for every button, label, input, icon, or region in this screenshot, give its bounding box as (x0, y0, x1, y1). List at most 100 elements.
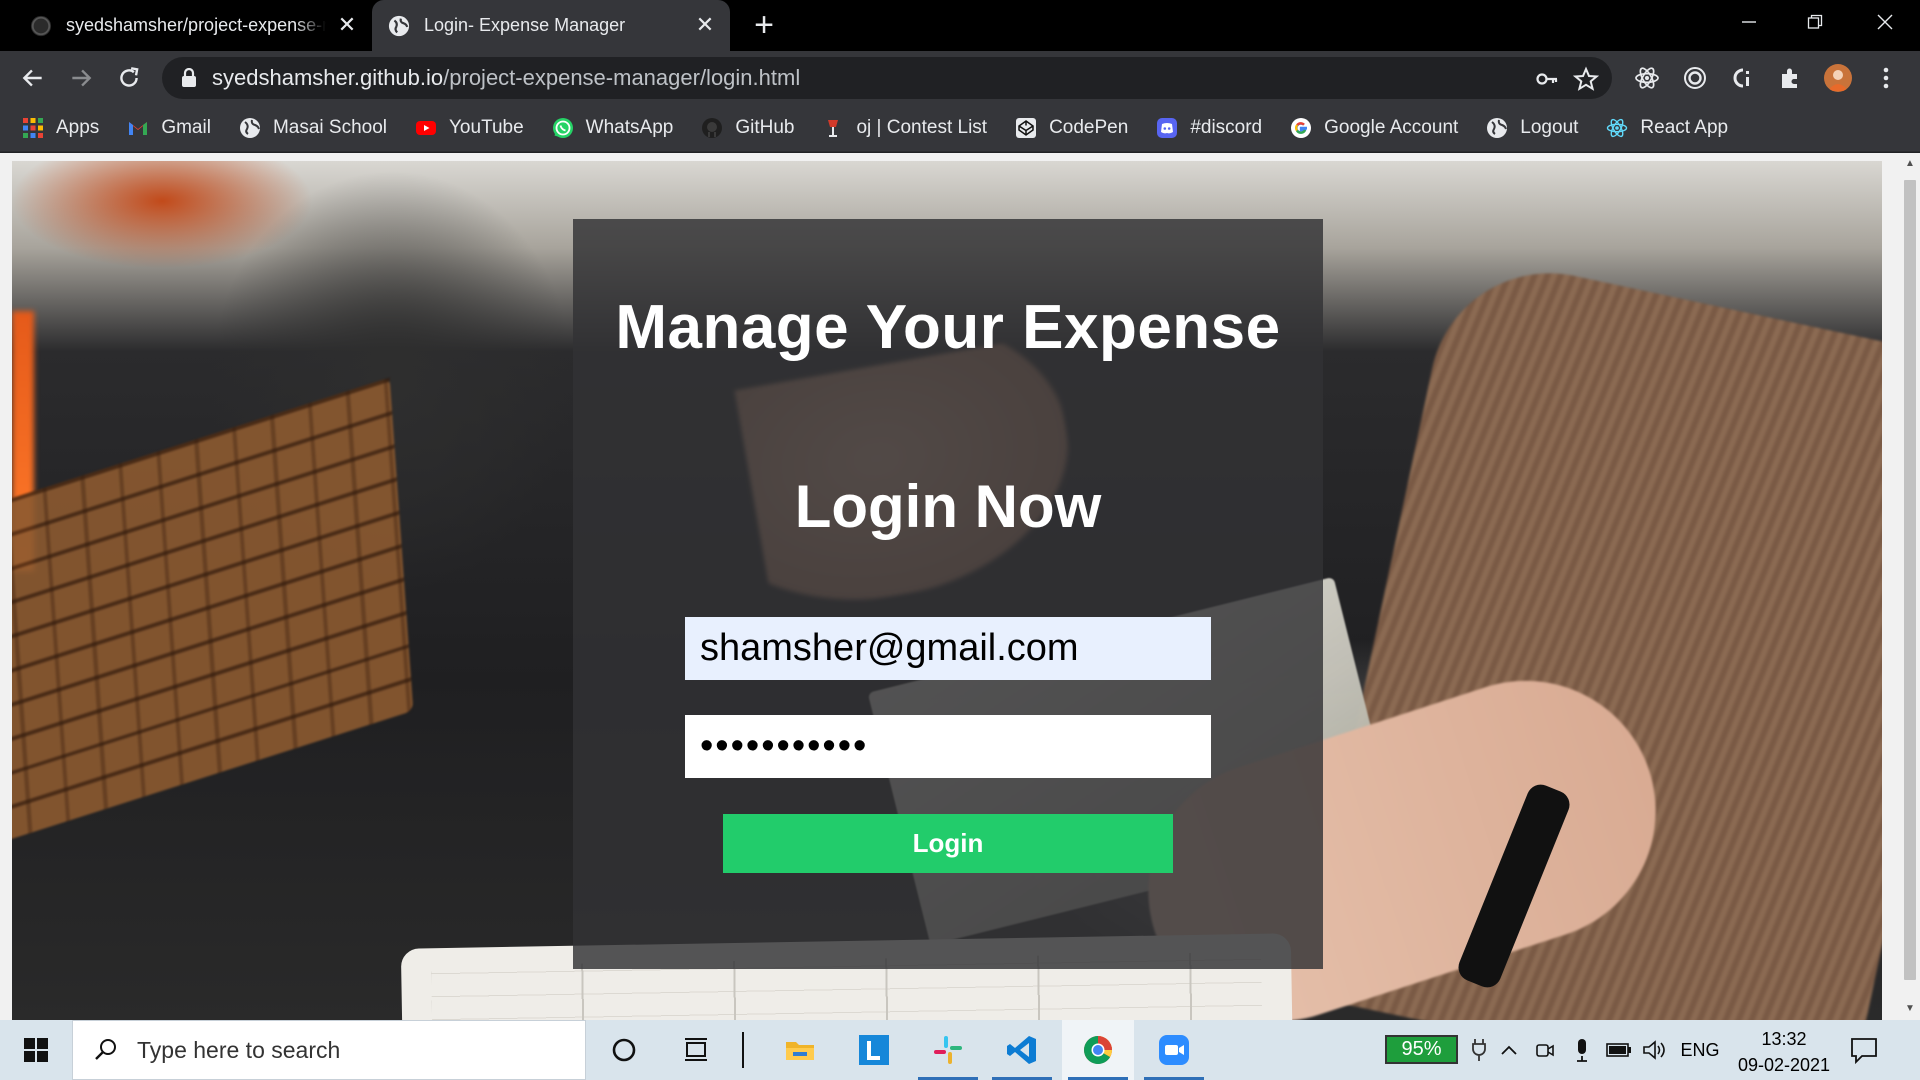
close-window-button[interactable] (1856, 0, 1914, 44)
react-icon (1606, 117, 1628, 139)
taskbar-l-app[interactable] (838, 1020, 910, 1080)
ci-extension[interactable] (1728, 64, 1756, 92)
bookmark-label: oj | Contest List (856, 116, 988, 138)
gmail-icon (127, 117, 149, 139)
taskbar-vscode[interactable] (986, 1020, 1058, 1080)
forward-button[interactable] (65, 62, 97, 94)
lock-icon (182, 68, 196, 87)
vscode-icon (1007, 1036, 1036, 1064)
minimize-icon (1742, 21, 1756, 23)
bookmark-github[interactable]: GitHub (701, 117, 794, 139)
page-scrollbar[interactable]: ▲ ▼ (1900, 153, 1920, 1020)
start-button[interactable] (0, 1020, 72, 1080)
clock-time: 13:32 (1761, 1029, 1807, 1049)
tab-github[interactable]: syedshamsher/project-expense-manager ✕ (0, 0, 372, 51)
minimize-button[interactable] (1720, 0, 1778, 44)
close-tab-icon[interactable]: ✕ (694, 14, 716, 36)
google-icon (1290, 117, 1312, 139)
target-icon (1684, 67, 1706, 89)
bookmark-label: Masai School (272, 116, 387, 138)
slack-icon (934, 1036, 962, 1064)
bookmark-codepen[interactable]: CodePen (1015, 117, 1128, 139)
back-button[interactable] (17, 62, 49, 94)
new-tab-button[interactable]: + (748, 8, 780, 42)
react-devtools-extension[interactable] (1633, 64, 1661, 92)
youtube-icon (415, 117, 437, 139)
taskbar-slack[interactable] (912, 1020, 984, 1080)
login-button[interactable]: Login (723, 814, 1173, 873)
bookmark-label: React App (1640, 116, 1729, 138)
taskbar-clock[interactable]: 13:32 09-02-2021 (1730, 1026, 1838, 1078)
chrome-menu-button[interactable] (1872, 64, 1900, 92)
meet-now-icon[interactable] (1530, 1020, 1560, 1080)
email-field[interactable] (685, 617, 1211, 680)
chevron-up-icon[interactable] (1496, 1020, 1522, 1080)
scrollbar-thumb[interactable] (1904, 180, 1916, 980)
whatsapp-icon (552, 117, 574, 139)
login-card: Manage Your Expense Login Now Login (573, 219, 1323, 969)
volume-icon[interactable] (1640, 1020, 1670, 1080)
discord-icon (1156, 117, 1178, 139)
tray-plug-icon[interactable] (1466, 1020, 1492, 1080)
bookmark-gmail[interactable]: Gmail (127, 117, 211, 139)
bookmark-google-account[interactable]: Google Account (1290, 117, 1458, 139)
bookmark-apps[interactable]: Apps (22, 117, 99, 139)
extensions-button[interactable] (1776, 64, 1804, 92)
reload-button[interactable] (113, 62, 145, 94)
taskbar-divider (742, 1032, 744, 1068)
ci-icon (1733, 68, 1749, 88)
globe-icon (388, 15, 410, 36)
search-icon (95, 1039, 116, 1060)
password-field[interactable] (685, 715, 1211, 778)
battery-percent-badge[interactable]: 95% (1385, 1035, 1458, 1064)
avatar-icon (1828, 70, 1848, 91)
taskbar-file-explorer[interactable] (764, 1020, 836, 1080)
arrow-left-icon (22, 69, 42, 87)
close-tab-icon[interactable]: ✕ (336, 14, 358, 36)
bookmark-label: Logout (1520, 116, 1579, 138)
bookmark-label: Google Account (1324, 116, 1459, 138)
search-placeholder: Type here to search (137, 1036, 341, 1063)
taskbar-zoom[interactable] (1138, 1020, 1210, 1080)
taskbar-search[interactable]: Type here to search (72, 1020, 586, 1080)
bookmark-discord[interactable]: #discord (1156, 117, 1262, 139)
url-text: syedshamsher.github.io/project-expense-m… (212, 65, 800, 91)
clock-date: 09-02-2021 (1737, 1055, 1831, 1075)
reload-icon (120, 67, 139, 87)
github-icon (701, 117, 723, 139)
chrome-icon (1084, 1036, 1112, 1064)
zoom-icon (1159, 1035, 1189, 1065)
task-view-button[interactable] (660, 1020, 732, 1080)
close-icon (1877, 14, 1893, 30)
bookmark-react-app[interactable]: React App (1606, 117, 1728, 139)
scroll-up-icon[interactable]: ▲ (1904, 158, 1916, 170)
cortana-button[interactable] (588, 1020, 660, 1080)
react-icon (1635, 67, 1659, 89)
bookmark-label: GitHub (735, 116, 795, 138)
cortana-icon (612, 1038, 636, 1062)
star-icon[interactable] (1573, 66, 1599, 92)
circle-extension[interactable] (1681, 64, 1709, 92)
bookmark-masai-school[interactable]: Masai School (239, 117, 387, 139)
bookmark-oj-contest-list[interactable]: oj | Contest List (822, 117, 987, 139)
restore-button[interactable] (1786, 0, 1844, 44)
tab-login[interactable]: Login- Expense Manager ✕ (372, 0, 730, 51)
scroll-down-icon[interactable]: ▼ (1904, 1003, 1916, 1015)
bookmark-youtube[interactable]: YouTube (415, 117, 524, 139)
tab-title: syedshamsher/project-expense-manager (66, 15, 326, 35)
address-bar[interactable]: syedshamsher.github.io/project-expense-m… (162, 57, 1612, 99)
github-icon (30, 15, 52, 36)
bookmark-whatsapp[interactable]: WhatsApp (552, 117, 673, 139)
task-view-icon (685, 1038, 707, 1061)
notification-icon[interactable] (1848, 1034, 1880, 1066)
bookmark-logout[interactable]: Logout (1486, 117, 1578, 139)
language-indicator[interactable]: ENG (1680, 1020, 1720, 1080)
profile-avatar[interactable] (1824, 64, 1852, 92)
microphone-icon[interactable] (1568, 1020, 1596, 1080)
more-vert-icon (1883, 67, 1889, 89)
globe-icon (239, 117, 261, 139)
battery-icon[interactable] (1604, 1020, 1634, 1080)
taskbar-chrome[interactable] (1062, 1020, 1134, 1080)
puzzle-icon (1782, 68, 1797, 88)
key-icon[interactable] (1534, 66, 1560, 92)
